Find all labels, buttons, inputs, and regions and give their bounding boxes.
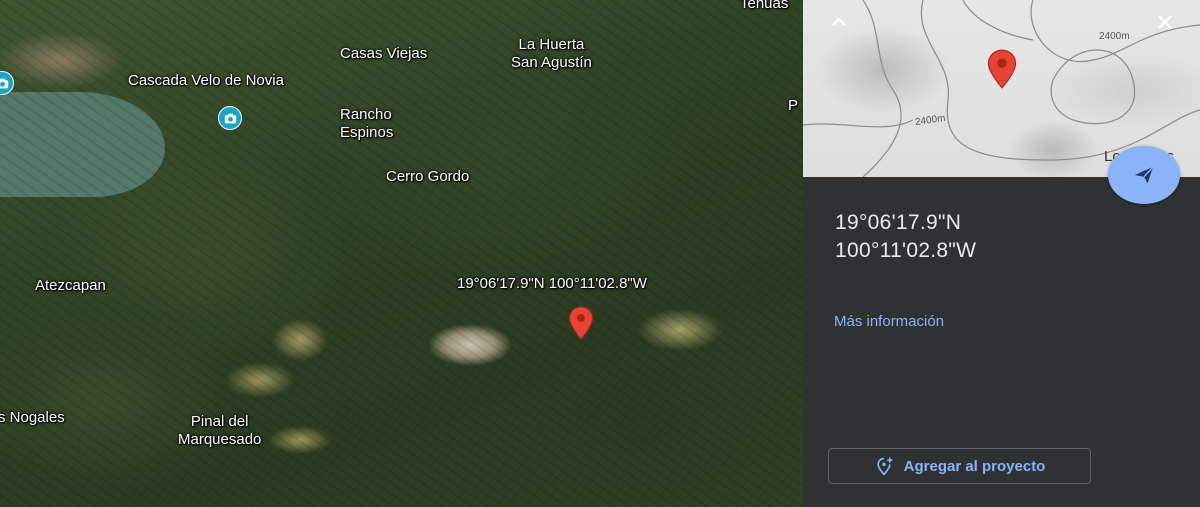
pin-coordinates-label: 19°06'17.9"N 100°11'02.8"W xyxy=(457,275,647,292)
place-label-p[interactable]: P xyxy=(788,97,798,115)
send-icon[interactable] xyxy=(1108,146,1180,204)
add-location-icon xyxy=(876,457,892,476)
contour-label: 2400m xyxy=(1099,31,1130,42)
close-icon[interactable] xyxy=(1149,6,1181,38)
place-label-tehuas[interactable]: Tehuas xyxy=(740,0,788,13)
place-label-casas-viejas[interactable]: Casas Viejas xyxy=(340,45,427,63)
add-to-project-label: Agregar al proyecto xyxy=(903,457,1046,475)
place-label-rancho-espinos[interactable]: Rancho Espinos xyxy=(340,106,393,142)
place-label-cerro-gordo[interactable]: Cerro Gordo xyxy=(386,168,469,186)
camera-icon[interactable] xyxy=(218,106,242,130)
more-info-link[interactable]: Más información xyxy=(834,313,944,330)
place-label-la-huerta[interactable]: La Huerta San Agustín xyxy=(511,36,592,72)
map-pin-icon[interactable] xyxy=(568,306,594,340)
latitude-text: 19°06'17.9"N xyxy=(835,211,962,234)
map-pin-icon xyxy=(987,49,1017,89)
place-label-pinal-del-marquesado[interactable]: Pinal del Marquesado xyxy=(178,413,261,449)
add-to-project-button[interactable]: Agregar al proyecto xyxy=(828,448,1091,484)
place-label-atezcapan[interactable]: Atezcapan xyxy=(35,277,106,295)
place-label-cascada[interactable]: Cascada Velo de Novia xyxy=(128,72,284,90)
satellite-map[interactable]: Casas Viejas La Huerta San Agustín Casca… xyxy=(0,0,803,507)
location-panel: 2400m 2400m Los Pozos 19°06'17.9"N 100°1… xyxy=(803,0,1200,507)
chevron-up-icon[interactable] xyxy=(823,6,855,38)
longitude-text: 100°11'02.8"W xyxy=(835,239,977,262)
place-label-nogales[interactable]: s Nogales xyxy=(0,409,65,427)
